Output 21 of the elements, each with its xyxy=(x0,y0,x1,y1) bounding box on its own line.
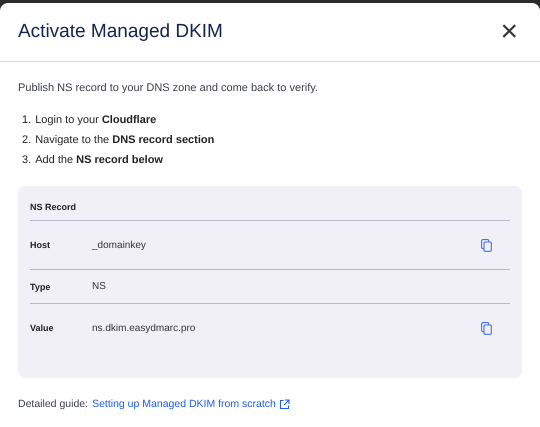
step-number: 2. xyxy=(22,134,32,146)
external-link-icon xyxy=(278,398,290,410)
copy-icon[interactable] xyxy=(481,322,492,334)
step-text: Login to your Cloudflare xyxy=(35,114,156,126)
guide-link[interactable]: Setting up Managed DKIM from scratch xyxy=(92,398,290,410)
field-value: _domainkey xyxy=(92,240,147,250)
intro-text: Publish NS record to your DNS zone and come back to verify. xyxy=(18,82,319,94)
step-text: Add the NS record below xyxy=(35,154,163,166)
field-label: Value xyxy=(30,323,55,333)
field-label: Type xyxy=(30,282,52,292)
field-value: ns.dkim.easydmarc.pro xyxy=(92,322,196,334)
record-title: NS Record xyxy=(30,202,76,212)
field-label: Host xyxy=(30,240,51,250)
copy-icon[interactable] xyxy=(481,238,492,252)
close-button[interactable]: × xyxy=(496,17,522,47)
dialog-title: Activate Managed DKIM xyxy=(18,21,223,43)
step-number: 3. xyxy=(22,154,32,166)
step-number: 1. xyxy=(22,114,32,126)
guide-label: Detailed guide: xyxy=(18,398,88,410)
step-text: Navigate to the DNS record section xyxy=(35,134,214,146)
field-value: NS xyxy=(92,281,107,292)
